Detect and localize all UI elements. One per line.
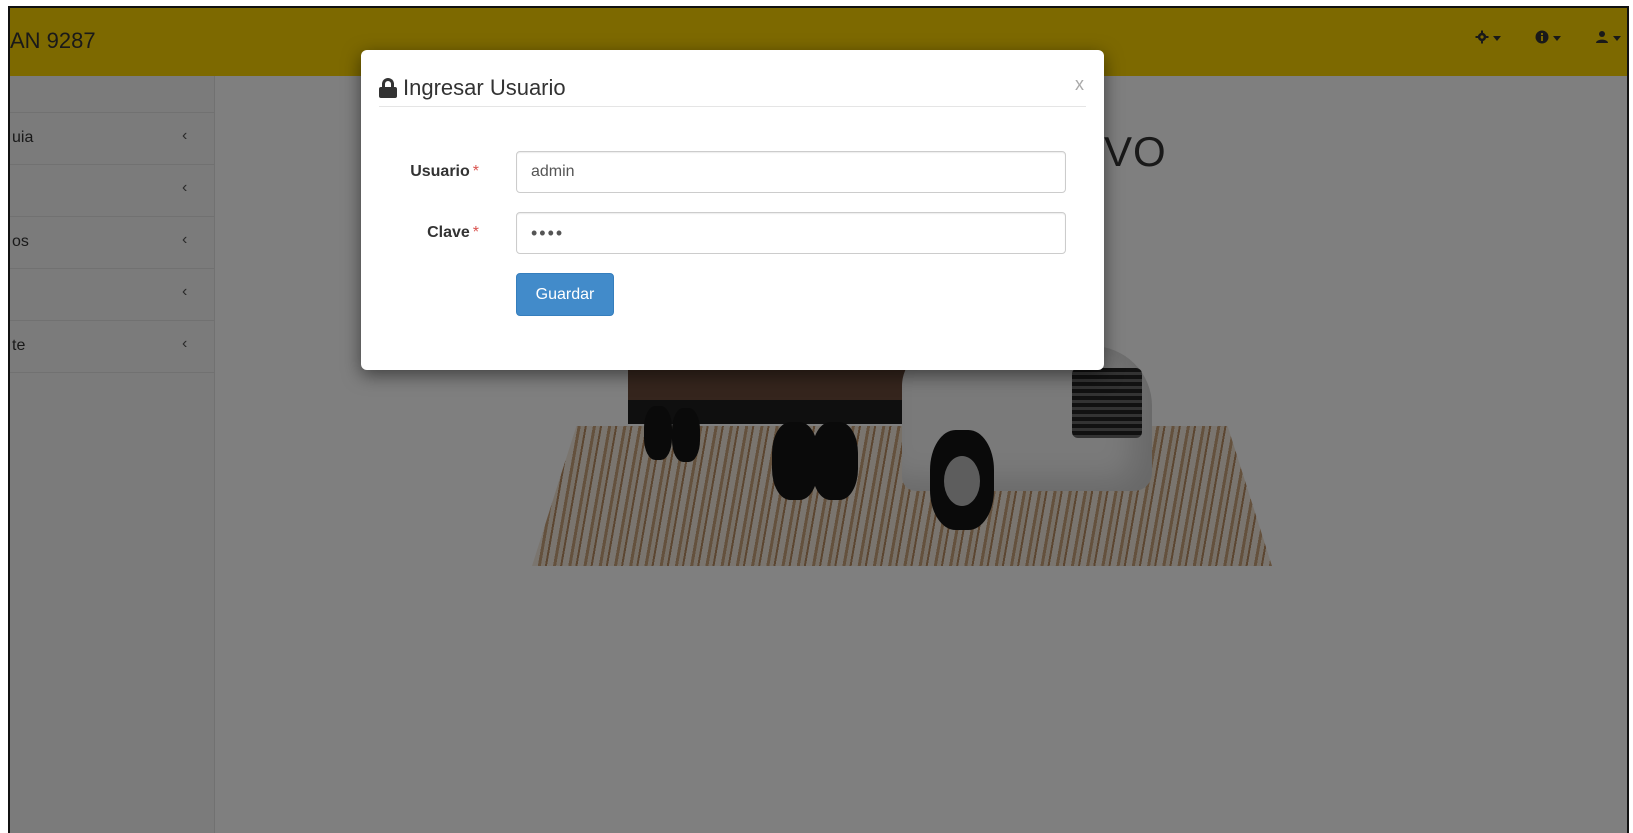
usuario-input[interactable] xyxy=(516,151,1066,193)
modal-title: Ingresar Usuario xyxy=(379,75,566,101)
clave-label: Clave * xyxy=(427,224,479,241)
close-button[interactable]: x xyxy=(1075,74,1084,95)
modal-title-text: Ingresar Usuario xyxy=(403,75,566,100)
required-mark: * xyxy=(472,163,479,180)
login-modal: Ingresar Usuario x Usuario* Clave* Guard… xyxy=(361,50,1104,370)
browser-frame: AN 9287 xyxy=(8,6,1629,833)
clave-row: Clave * xyxy=(361,212,1104,254)
lock-icon xyxy=(379,78,397,98)
usuario-label: Usuario * xyxy=(410,163,479,180)
required-mark: * xyxy=(472,224,479,241)
modal-header: Ingresar Usuario x xyxy=(379,72,1086,107)
clave-input[interactable] xyxy=(516,212,1066,254)
save-button[interactable]: Guardar xyxy=(516,273,614,316)
usuario-row: Usuario * xyxy=(361,151,1104,193)
